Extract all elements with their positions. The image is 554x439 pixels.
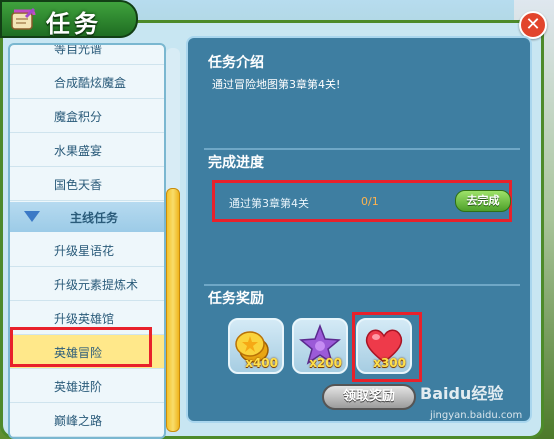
divider [204, 284, 520, 286]
sidebar-item[interactable]: 升级星语花 [10, 233, 164, 267]
rewards-heading: 任务奖励 [208, 291, 264, 307]
task-detail-panel: 任务介绍 通过冒险地图第3章第4关! 完成进度 通过第3章第4关 0/1 去完成… [186, 36, 532, 423]
progress-count: 0/1 [361, 195, 379, 208]
intro-text: 通过冒险地图第3章第4关! [212, 78, 341, 91]
sidebar-item[interactable]: 国色天香 [10, 167, 164, 201]
sidebar-item[interactable]: 升级元素提炼术 [10, 267, 164, 301]
sidebar-item[interactable]: 水果盛宴 [10, 133, 164, 167]
sidebar-item-label: 合成酷炫魔盒 [54, 76, 127, 90]
sidebar-item-label: 等自光谱 [54, 43, 103, 56]
sidebar-item-label: 升级元素提炼术 [54, 278, 139, 292]
sidebar-section-label: 主线任务 [70, 211, 119, 225]
sidebar-item-label: 国色天香 [54, 178, 103, 192]
sidebar-item-label: 巅峰之路 [54, 414, 103, 428]
sidebar-item-label: 水果盛宴 [54, 144, 103, 158]
go-complete-button[interactable]: 去完成 [455, 190, 511, 212]
sidebar-item[interactable]: 魔盒积分 [10, 99, 164, 133]
watermark-url: jingyan.baidu.com [430, 410, 523, 421]
task-sidebar: 等自光谱 合成酷炫魔盒 魔盒积分 水果盛宴 国色天香 主线任务 升级星语花 升级… [8, 43, 166, 439]
sidebar-section-main[interactable]: 主线任务 [10, 202, 164, 232]
sidebar-item[interactable]: 巅峰之路 [10, 403, 164, 437]
reward-quantity: x400 [245, 356, 278, 370]
sidebar-scrollbar[interactable] [166, 48, 180, 432]
progress-row: 通过第3章第4关 0/1 去完成 [212, 180, 512, 222]
progress-heading: 完成进度 [208, 155, 264, 171]
sidebar-item-label: 升级星语花 [54, 244, 115, 258]
sidebar-item-label: 魔盒积分 [54, 110, 103, 124]
reward-item-coin[interactable]: x400 [228, 318, 284, 374]
reward-quantity: x200 [309, 356, 342, 370]
sidebar-item[interactable]: 合成酷炫魔盒 [10, 65, 164, 99]
selection-highlight-box [10, 327, 152, 367]
progress-label: 通过第3章第4关 [229, 197, 309, 210]
close-button[interactable]: ✕ [519, 11, 547, 39]
sidebar-item[interactable]: 英雄进阶 [10, 369, 164, 403]
divider [204, 148, 520, 150]
watermark: Baidu经验 [420, 384, 504, 403]
sidebar-item-label: 升级英雄馆 [54, 312, 115, 326]
sidebar-item[interactable]: 等自光谱 [10, 43, 164, 65]
window-title-tab: 任务 [0, 0, 138, 38]
sidebar-item-label: 英雄进阶 [54, 380, 103, 394]
close-icon: ✕ [525, 14, 541, 35]
claim-reward-button[interactable]: 领取奖励 [322, 384, 416, 410]
triangle-down-icon [24, 211, 40, 222]
intro-heading: 任务介绍 [208, 55, 264, 71]
reward-item-star[interactable]: x200 [292, 318, 348, 374]
reward-highlight-box [352, 312, 422, 382]
scrollbar-thumb[interactable] [166, 188, 180, 432]
scroll-icon [11, 7, 36, 30]
window-title: 任务 [46, 10, 102, 38]
